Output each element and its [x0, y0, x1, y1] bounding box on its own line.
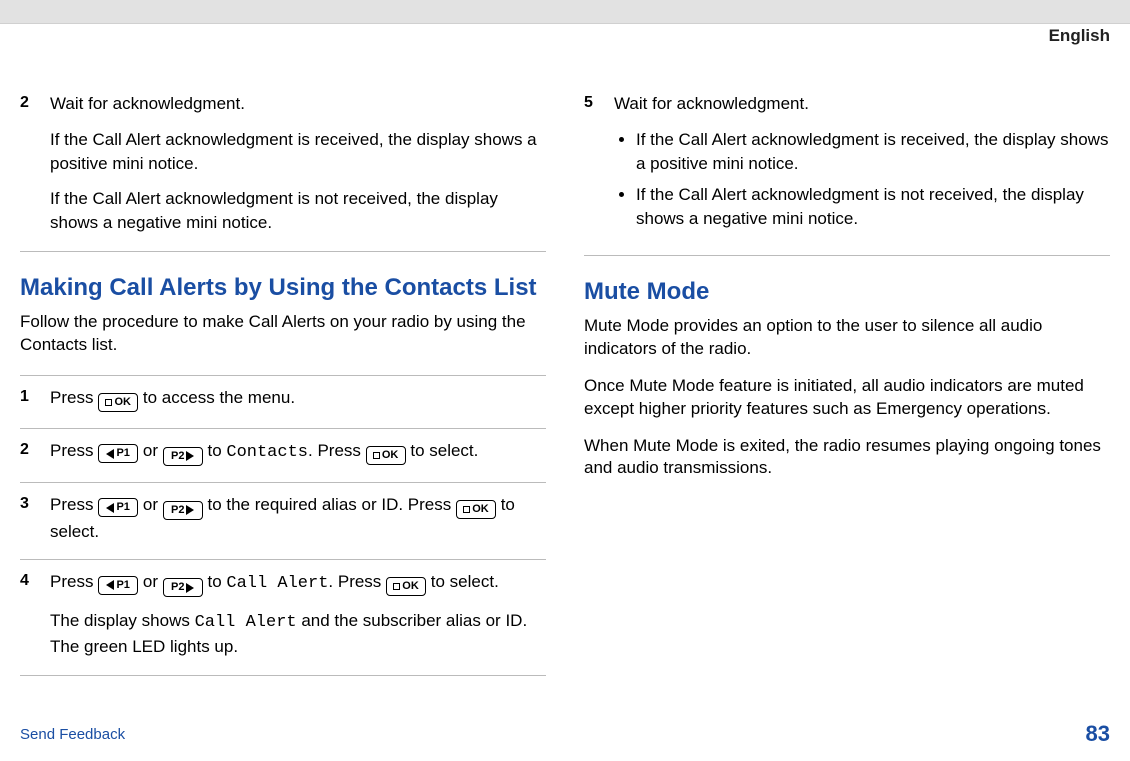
page-footer: Send Feedback 83 — [20, 721, 1110, 747]
bullet-item: If the Call Alert acknowledgment is not … — [636, 183, 1110, 231]
step-body: Press P1 or P2 to Call Alert. Press OK t… — [50, 570, 546, 659]
text-fragment: Press — [50, 572, 98, 591]
menu-label: Call Alert — [195, 613, 297, 632]
text-fragment: Press — [50, 495, 98, 514]
menu-label: Contacts — [226, 443, 308, 462]
text-fragment: to select. — [406, 441, 479, 460]
procedure-step-5: 5 Wait for acknowledgment. If the Call A… — [584, 82, 1110, 256]
prev-section-step-2: 2 Wait for acknowledgment. If the Call A… — [20, 82, 546, 252]
step-body: Wait for acknowledgment. If the Call Ale… — [614, 92, 1110, 239]
text-fragment: Press — [50, 388, 98, 407]
ok-button-icon: OK — [366, 446, 406, 465]
step-body: Press P1 or P2 to Contacts. Press OK to … — [50, 439, 546, 466]
text-fragment: Press — [50, 441, 98, 460]
procedure-step-1: 1 Press OK to access the menu. — [20, 375, 546, 428]
section-heading-call-alerts: Making Call Alerts by Using the Contacts… — [20, 274, 546, 303]
step-number: 3 — [20, 493, 36, 544]
step-body: Press OK to access the menu. — [50, 386, 546, 412]
step-text: Wait for acknowledgment. — [614, 92, 1110, 116]
send-feedback-link[interactable]: Send Feedback — [20, 726, 125, 743]
menu-label: Call Alert — [226, 574, 328, 593]
procedure-step-4: 4 Press P1 or P2 to Call Alert. Press OK… — [20, 560, 546, 676]
text-fragment: . Press — [308, 441, 366, 460]
step-text: The display shows Call Alert and the sub… — [50, 609, 546, 659]
step-number: 4 — [20, 570, 36, 659]
procedure-step-2: 2 Press P1 or P2 to Contacts. Press OK t… — [20, 428, 546, 482]
text-fragment: to the required alias or ID. Press — [203, 495, 456, 514]
text-fragment: or — [138, 495, 163, 514]
text-fragment: to access the menu. — [138, 388, 295, 407]
step-text: Wait for acknowledgment. — [50, 92, 546, 116]
p1-button-icon: P1 — [98, 498, 138, 517]
section-heading-mute-mode: Mute Mode — [584, 278, 1110, 307]
text-fragment: or — [138, 441, 163, 460]
step-text: Press P1 or P2 to Call Alert. Press OK t… — [50, 570, 546, 597]
text-fragment: or — [138, 572, 163, 591]
body-paragraph: Once Mute Mode feature is initiated, all… — [584, 375, 1110, 421]
step-body: Wait for acknowledgment. If the Call Ale… — [50, 92, 546, 235]
step-text: Press P1 or P2 to Contacts. Press OK to … — [50, 439, 546, 466]
p2-button-icon: P2 — [163, 447, 203, 466]
page-content: 2 Wait for acknowledgment. If the Call A… — [0, 24, 1130, 704]
section-intro: Follow the procedure to make Call Alerts… — [20, 311, 546, 357]
ok-button-icon: OK — [386, 577, 426, 596]
step-text: Press P1 or P2 to the required alias or … — [50, 493, 546, 544]
text-fragment: . Press — [328, 572, 386, 591]
step-bullet-list: If the Call Alert acknowledgment is rece… — [614, 128, 1110, 231]
window-titlebar — [0, 0, 1130, 24]
step-number: 1 — [20, 386, 36, 412]
text-fragment: to select. — [426, 572, 499, 591]
step-text: Press OK to access the menu. — [50, 386, 546, 412]
procedure-step-3: 3 Press P1 or P2 to the required alias o… — [20, 482, 546, 561]
ok-button-icon: OK — [98, 393, 138, 412]
p1-button-icon: P1 — [98, 444, 138, 463]
p1-button-icon: P1 — [98, 576, 138, 595]
ok-button-icon: OK — [456, 500, 496, 519]
p2-button-icon: P2 — [163, 578, 203, 597]
step-number: 5 — [584, 92, 600, 239]
body-paragraph: When Mute Mode is exited, the radio resu… — [584, 435, 1110, 481]
body-paragraph: Mute Mode provides an option to the user… — [584, 315, 1110, 361]
bullet-item: If the Call Alert acknowledgment is rece… — [636, 128, 1110, 176]
step-body: Press P1 or P2 to the required alias or … — [50, 493, 546, 544]
text-fragment: The display shows — [50, 611, 195, 630]
step-number: 2 — [20, 439, 36, 466]
page-number: 83 — [1086, 721, 1110, 747]
step-text: If the Call Alert acknowledgment is rece… — [50, 128, 546, 176]
step-number: 2 — [20, 92, 36, 235]
text-fragment: to — [203, 441, 227, 460]
step-text: If the Call Alert acknowledgment is not … — [50, 187, 546, 235]
p2-button-icon: P2 — [163, 501, 203, 520]
text-fragment: to — [203, 572, 227, 591]
